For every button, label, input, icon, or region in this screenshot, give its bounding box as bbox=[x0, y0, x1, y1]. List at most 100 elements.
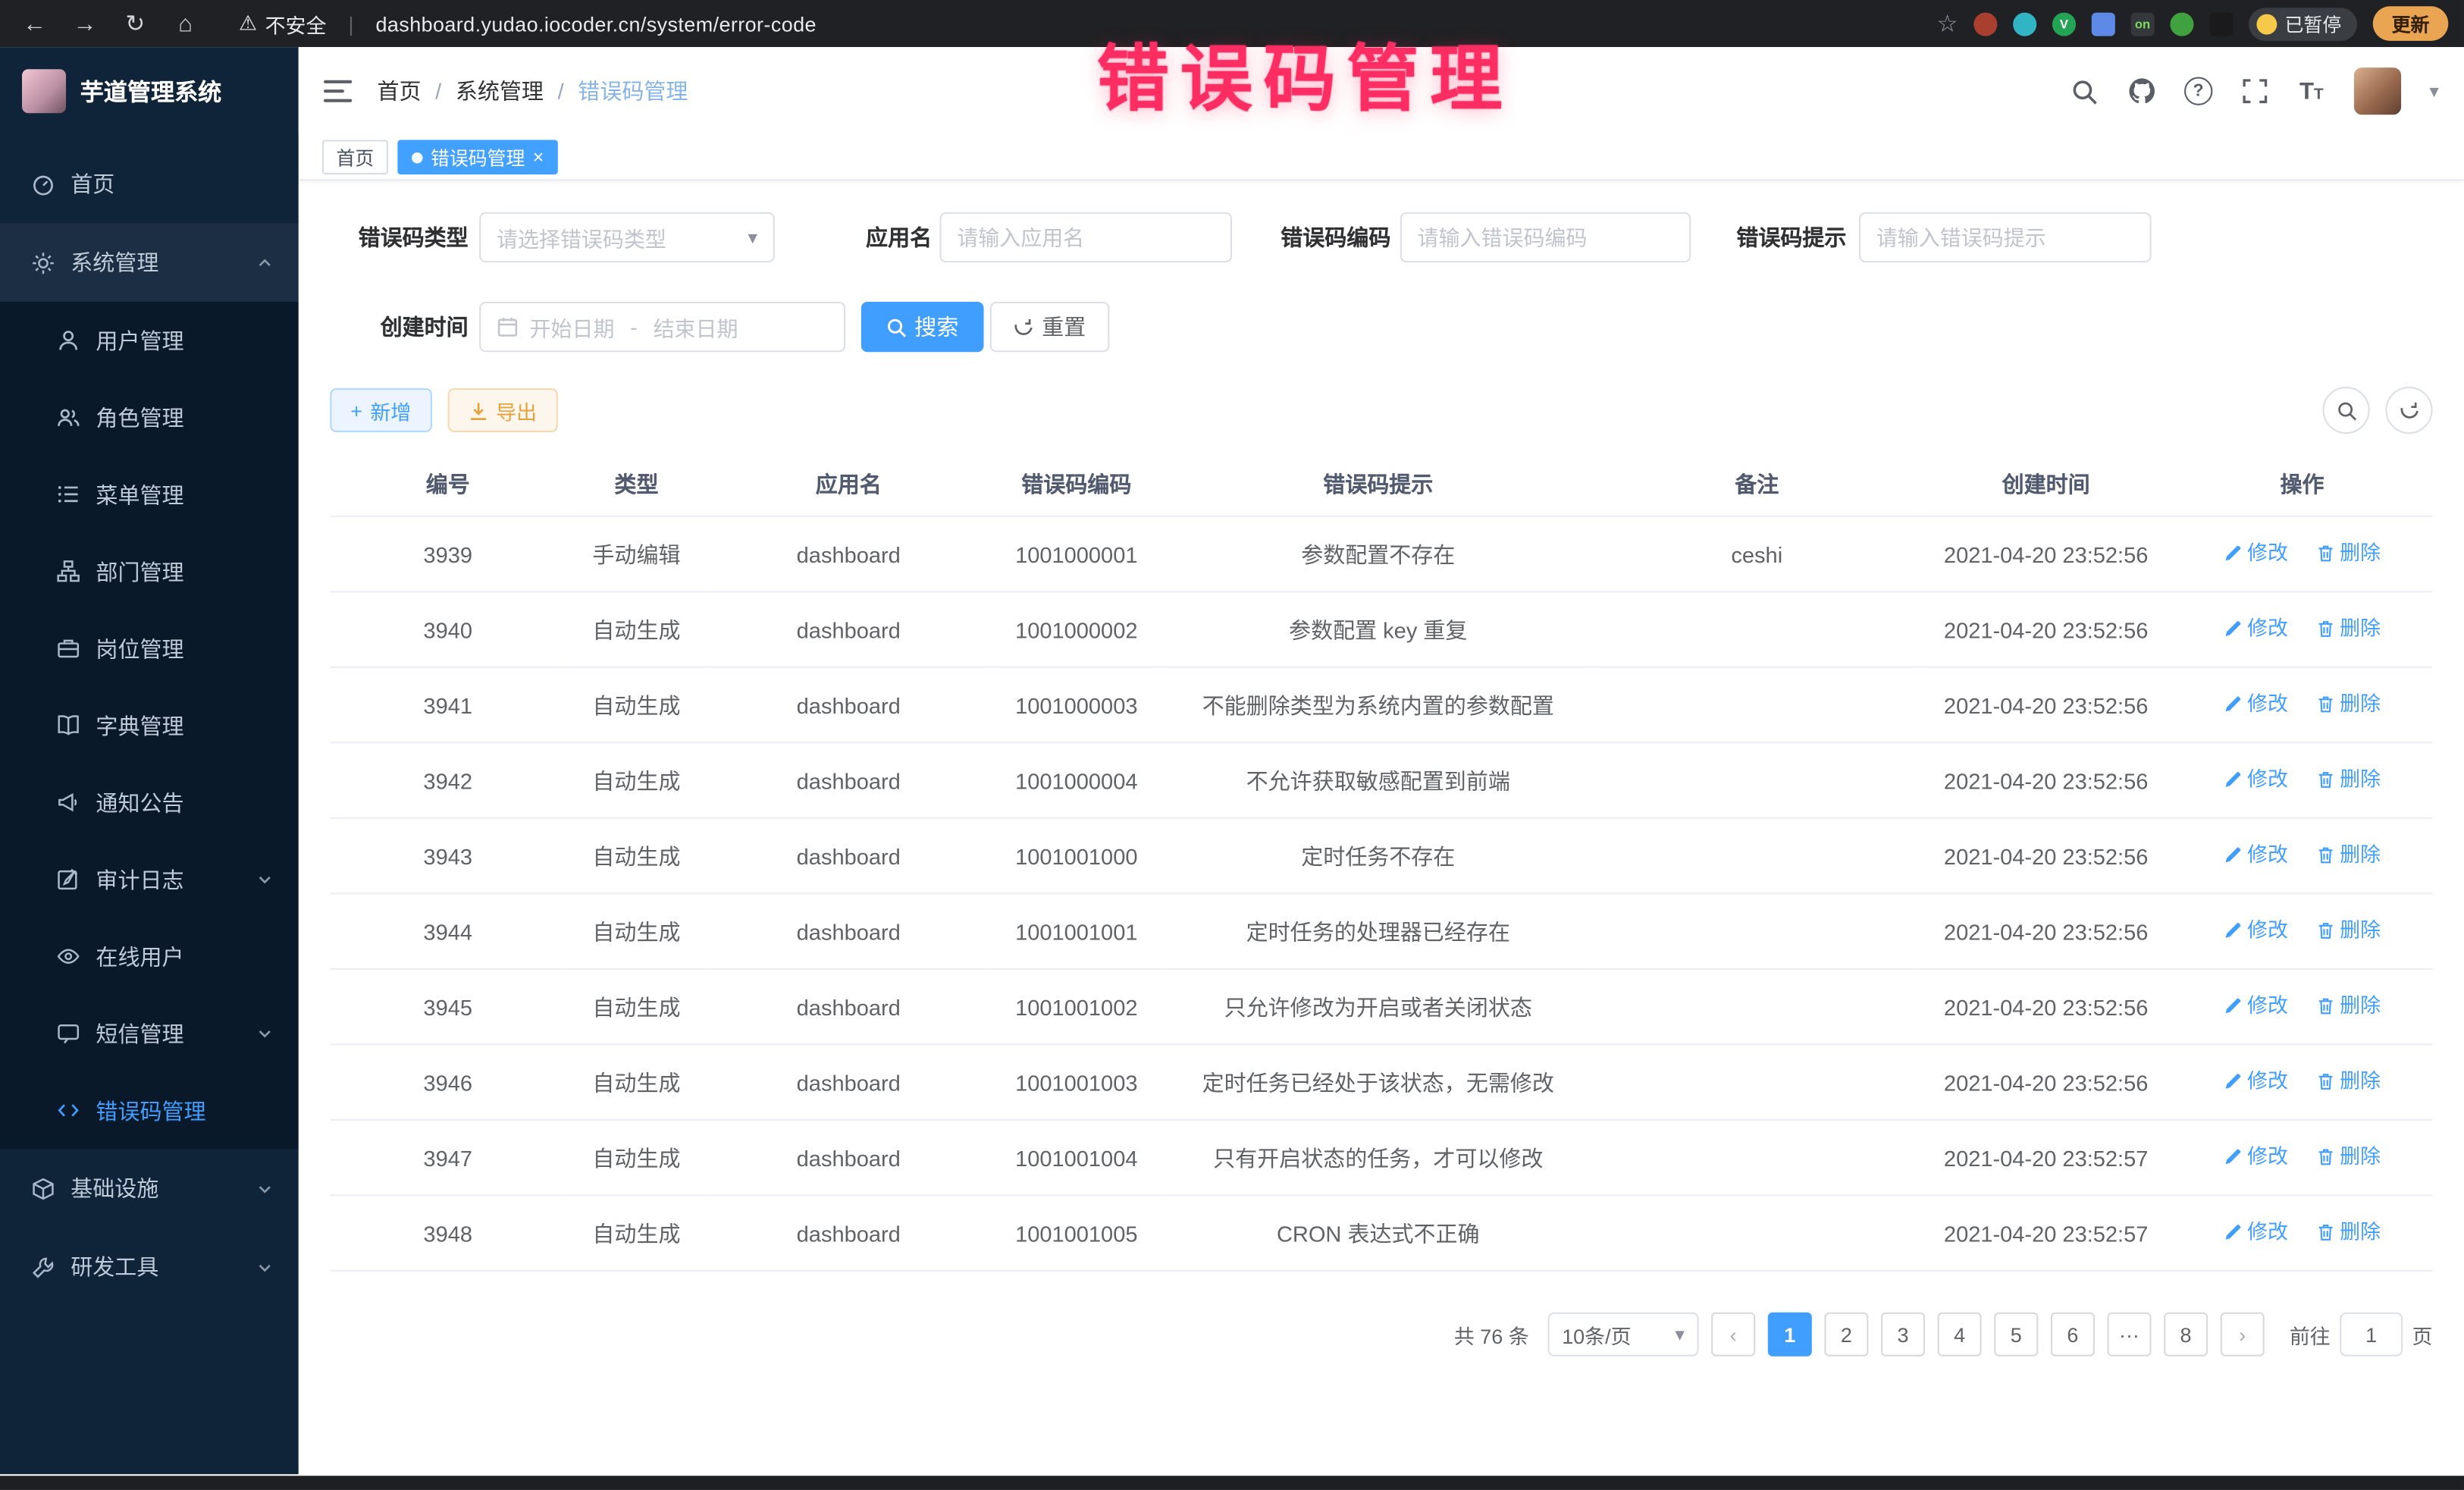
delete-link[interactable]: 删除 bbox=[2316, 839, 2381, 870]
sidebar-item-home[interactable]: 首页 bbox=[0, 145, 299, 224]
page-button[interactable]: ··· bbox=[2107, 1313, 2151, 1357]
help-icon[interactable]: ? bbox=[2184, 77, 2212, 105]
extension-icon[interactable] bbox=[2092, 12, 2115, 36]
sidebar-item-posts[interactable]: 岗位管理 bbox=[0, 610, 299, 687]
page-button[interactable]: 5 bbox=[1994, 1313, 2038, 1357]
sidebar-item-menus[interactable]: 菜单管理 bbox=[0, 456, 299, 533]
tab-error-code[interactable]: 错误码管理 × bbox=[397, 140, 557, 174]
col-hint: 错误码提示 bbox=[1163, 453, 1594, 516]
page-button[interactable]: 6 bbox=[2051, 1313, 2095, 1357]
home-icon[interactable]: ⌂ bbox=[167, 5, 205, 42]
edit-link[interactable]: 修改 bbox=[2224, 1141, 2288, 1172]
prev-page-button[interactable]: ‹ bbox=[1711, 1313, 1755, 1357]
page-button[interactable]: 4 bbox=[1938, 1313, 1982, 1357]
sidebar-item-audit-log[interactable]: 审计日志 bbox=[0, 841, 299, 918]
extension-icon[interactable] bbox=[1973, 12, 1997, 36]
sidebar-item-dev-tools[interactable]: 研发工具 bbox=[0, 1228, 299, 1306]
edit-link[interactable]: 修改 bbox=[2224, 1065, 2288, 1096]
menu-fold-icon[interactable] bbox=[324, 80, 352, 102]
next-page-button[interactable]: › bbox=[2221, 1313, 2265, 1357]
error-code-input[interactable] bbox=[1400, 212, 1691, 262]
reset-button[interactable]: 重置 bbox=[990, 302, 1110, 352]
sidebar-item-users[interactable]: 用户管理 bbox=[0, 302, 299, 379]
browser-update-button[interactable]: 更新 bbox=[2373, 6, 2449, 41]
edit-link[interactable]: 修改 bbox=[2224, 1216, 2288, 1247]
code-value: 1001001002 bbox=[1015, 994, 1137, 1019]
sidebar-item-system[interactable]: 系统管理 bbox=[0, 223, 299, 302]
extension-icon[interactable] bbox=[2013, 12, 2036, 36]
edit-link[interactable]: 修改 bbox=[2224, 764, 2288, 795]
extension-icon[interactable] bbox=[2209, 12, 2233, 36]
pencil-icon bbox=[2224, 695, 2243, 714]
add-button[interactable]: + 新增 bbox=[330, 388, 431, 432]
fullscreen-icon[interactable] bbox=[2241, 77, 2269, 105]
error-type-select[interactable]: 请选择错误码类型 ▾ bbox=[479, 212, 775, 262]
delete-link[interactable]: 删除 bbox=[2316, 764, 2381, 795]
delete-link[interactable]: 删除 bbox=[2316, 914, 2381, 946]
export-button[interactable]: 导出 bbox=[447, 388, 557, 432]
page-size-select[interactable]: 10条/页 ▾ bbox=[1548, 1313, 1699, 1357]
address-url[interactable]: dashboard.yudao.iocoder.cn/system/error-… bbox=[376, 12, 817, 36]
security-indicator[interactable]: ⚠ 不安全 bbox=[239, 8, 326, 38]
sidebar-item-departments[interactable]: 部门管理 bbox=[0, 533, 299, 610]
col-ops: 操作 bbox=[2171, 453, 2432, 516]
edit-link[interactable]: 修改 bbox=[2224, 538, 2288, 569]
edit-link[interactable]: 修改 bbox=[2224, 613, 2288, 644]
delete-link[interactable]: 删除 bbox=[2316, 1065, 2381, 1096]
tab-close-icon[interactable]: × bbox=[533, 148, 544, 167]
page-button[interactable]: 8 bbox=[2164, 1313, 2208, 1357]
breadcrumb-home[interactable]: 首页 bbox=[377, 75, 421, 106]
forward-icon[interactable]: → bbox=[66, 5, 104, 42]
sidebar-item-error-code[interactable]: 错误码管理 bbox=[0, 1072, 299, 1150]
page-button[interactable]: 1 bbox=[1768, 1313, 1812, 1357]
tab-home[interactable]: 首页 bbox=[322, 140, 388, 174]
toggle-search-button[interactable] bbox=[2322, 387, 2369, 434]
delete-link[interactable]: 删除 bbox=[2316, 538, 2381, 569]
edit-link[interactable]: 修改 bbox=[2224, 839, 2288, 870]
app-name-input[interactable] bbox=[939, 212, 1232, 262]
caret-down-icon[interactable]: ▾ bbox=[2429, 80, 2439, 102]
delete-link[interactable]: 删除 bbox=[2316, 990, 2381, 1021]
search-button[interactable]: 搜索 bbox=[861, 302, 984, 352]
breadcrumb-system[interactable]: 系统管理 bbox=[456, 75, 544, 106]
date-range-picker[interactable]: 开始日期 - 结束日期 bbox=[479, 302, 845, 352]
error-hint-input[interactable] bbox=[1859, 212, 2152, 262]
reload-icon[interactable]: ↻ bbox=[116, 5, 154, 42]
edit-link[interactable]: 修改 bbox=[2224, 990, 2288, 1021]
extension-icon[interactable] bbox=[2170, 12, 2193, 36]
sidebar-item-notice[interactable]: 通知公告 bbox=[0, 764, 299, 841]
goto-page-input[interactable] bbox=[2340, 1313, 2403, 1357]
refresh-table-button[interactable] bbox=[2385, 387, 2432, 434]
page-button[interactable]: 3 bbox=[1881, 1313, 1925, 1357]
cell-hint: 只有开启状态的任务，才可以修改 bbox=[1163, 1120, 1594, 1195]
sidebar-item-dict[interactable]: 字典管理 bbox=[0, 687, 299, 764]
page-button[interactable]: 2 bbox=[1824, 1313, 1868, 1357]
sidebar-item-online-users[interactable]: 在线用户 bbox=[0, 918, 299, 995]
edit-label: 修改 bbox=[2247, 839, 2288, 870]
back-icon[interactable]: ← bbox=[16, 5, 54, 42]
delete-link[interactable]: 删除 bbox=[2316, 1216, 2381, 1247]
sidebar-item-label: 角色管理 bbox=[96, 402, 183, 433]
sidebar-item-sms[interactable]: 短信管理 bbox=[0, 995, 299, 1072]
extension-icon[interactable]: on bbox=[2131, 12, 2155, 36]
user-avatar[interactable] bbox=[2354, 67, 2401, 114]
extension-icon[interactable]: V bbox=[2052, 12, 2076, 36]
delete-link[interactable]: 删除 bbox=[2316, 689, 2381, 720]
font-size-icon[interactable]: TT bbox=[2297, 77, 2325, 105]
delete-link[interactable]: 删除 bbox=[2316, 1141, 2381, 1172]
cell-hint: 定时任务已经处于该状态，无需修改 bbox=[1163, 1044, 1594, 1119]
sidebar-item-roles[interactable]: 角色管理 bbox=[0, 379, 299, 456]
megaphone-icon bbox=[57, 791, 80, 814]
paused-badge[interactable]: 已暂停 bbox=[2249, 7, 2357, 40]
delete-link[interactable]: 删除 bbox=[2316, 613, 2381, 644]
bookmark-star-icon[interactable]: ☆ bbox=[1937, 9, 1958, 37]
start-date-placeholder: 开始日期 bbox=[529, 311, 614, 342]
app-logo[interactable]: 芋道管理系统 bbox=[0, 47, 299, 135]
app-name-label: 应用名 bbox=[857, 212, 932, 262]
edit-link[interactable]: 修改 bbox=[2224, 914, 2288, 946]
edit-link[interactable]: 修改 bbox=[2224, 689, 2288, 720]
search-icon[interactable] bbox=[2071, 77, 2099, 105]
sidebar-item-infrastructure[interactable]: 基础设施 bbox=[0, 1149, 299, 1228]
github-icon[interactable] bbox=[2127, 77, 2155, 105]
trash-icon bbox=[2316, 1223, 2335, 1242]
